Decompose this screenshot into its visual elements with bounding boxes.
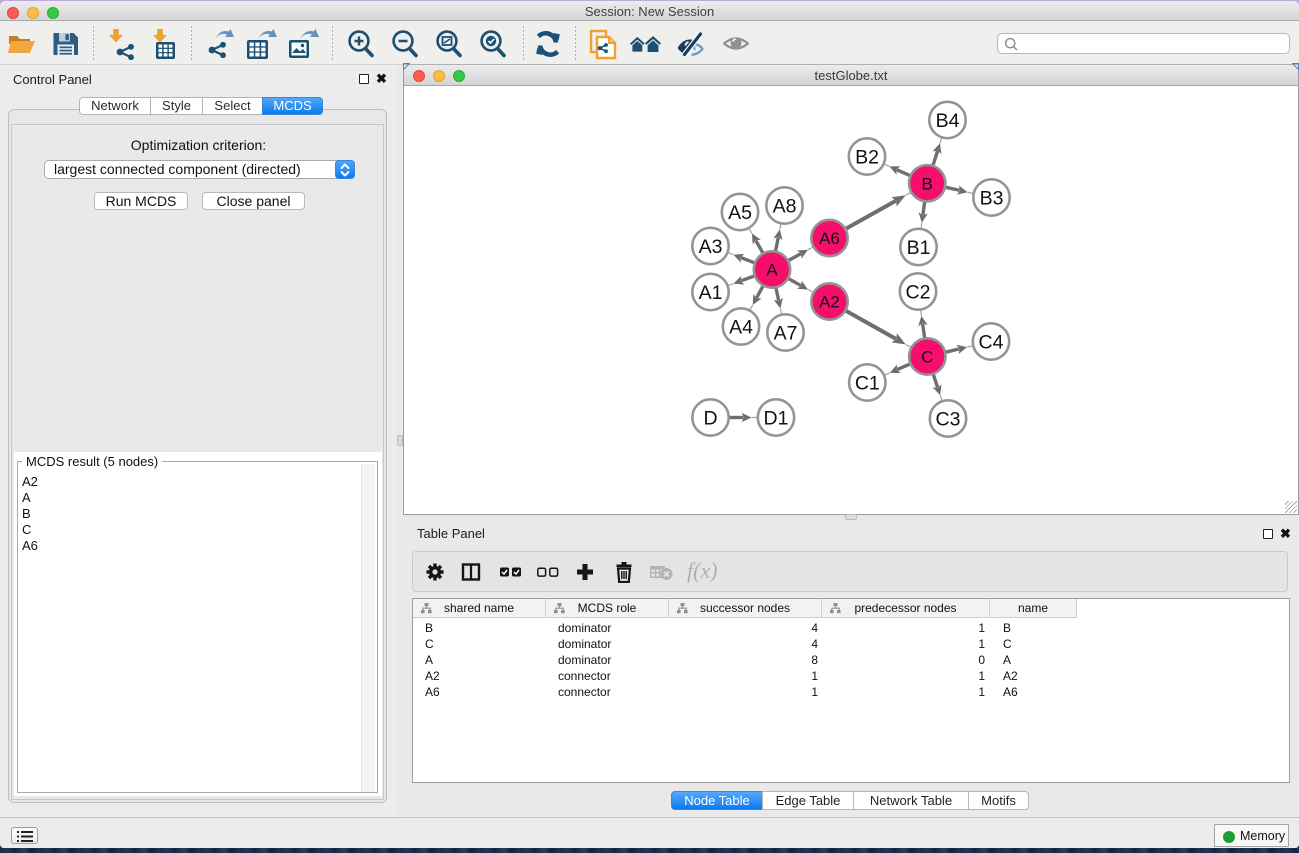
svg-text:A5: A5 (728, 202, 752, 224)
svg-text:B1: B1 (907, 237, 931, 259)
svg-text:A3: A3 (699, 236, 723, 258)
svg-text:A1: A1 (699, 282, 723, 304)
svg-text:A: A (766, 261, 778, 280)
svg-text:A7: A7 (774, 323, 798, 345)
svg-text:A6: A6 (819, 229, 840, 248)
svg-text:B: B (922, 174, 933, 193)
svg-text:C3: C3 (936, 409, 961, 431)
svg-text:C4: C4 (979, 332, 1004, 354)
svg-text:A2: A2 (819, 293, 840, 312)
svg-text:A8: A8 (773, 196, 797, 218)
svg-text:C: C (921, 348, 933, 367)
svg-text:B4: B4 (936, 110, 960, 132)
svg-text:A4: A4 (729, 317, 753, 339)
svg-text:B3: B3 (980, 188, 1004, 210)
svg-text:D: D (703, 408, 717, 430)
svg-text:B2: B2 (855, 147, 879, 169)
svg-text:C1: C1 (855, 373, 880, 395)
svg-text:C2: C2 (906, 282, 931, 304)
svg-text:D1: D1 (764, 408, 789, 430)
